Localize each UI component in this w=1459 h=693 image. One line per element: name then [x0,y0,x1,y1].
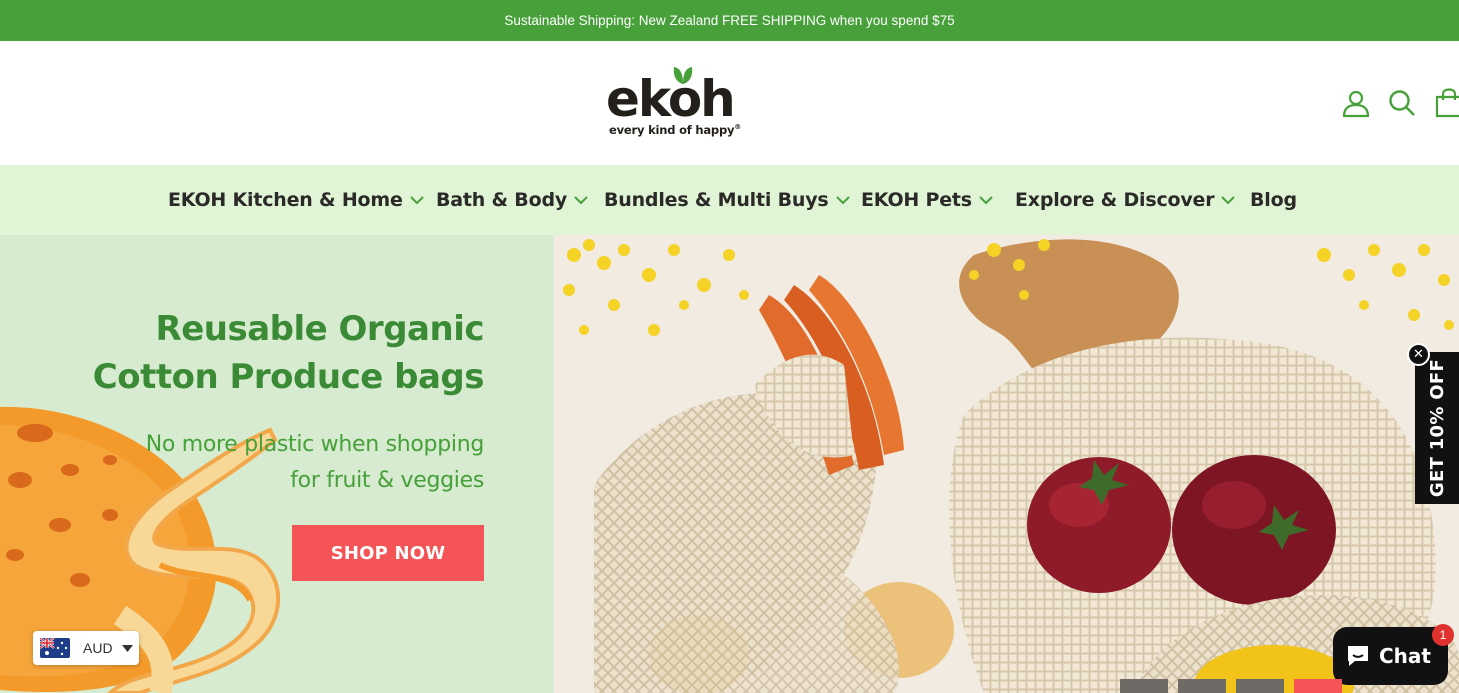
slider-dot[interactable] [1178,679,1226,693]
australia-flag-icon [40,638,70,658]
nav-item-pets[interactable]: EKOH Pets [861,189,993,211]
currency-code: AUD [83,640,113,656]
brand-wordmark: ekoh [606,70,736,128]
nav-item-bundles[interactable]: Bundles & Multi Buys [604,189,850,211]
slider-dot[interactable] [1120,679,1168,693]
slider-dot[interactable] [1236,679,1284,693]
brand-logo[interactable]: ekoh every kind of happy® [606,65,751,145]
search-icon[interactable] [1387,88,1417,118]
discount-side-tab[interactable]: GET 10% OFF [1415,352,1459,504]
chat-button[interactable]: Chat [1333,627,1448,685]
chat-notification-badge: 1 [1432,624,1454,646]
produce-bags-photo [554,235,1459,693]
hero-text-panel: Reusable Organic Cotton Produce bags No … [0,235,554,693]
nav-item-blog[interactable]: Blog [1250,189,1297,211]
chevron-down-icon [409,195,424,204]
account-icon[interactable] [1341,88,1371,118]
hero-subtitle: No more plastic when shopping for fruit … [145,432,485,493]
shop-now-button[interactable]: SHOP NOW [292,525,484,581]
chevron-down-icon [835,195,850,204]
close-icon[interactable]: ✕ [1407,343,1430,366]
nav-item-kitchen-home[interactable]: EKOH Kitchen & Home [168,189,424,211]
nav-item-explore[interactable]: Explore & Discover [1015,189,1236,211]
announcement-bar: Sustainable Shipping: New Zealand FREE S… [0,0,1459,41]
chevron-down-icon [1221,195,1236,204]
slider-dot-active[interactable] [1294,679,1342,693]
discount-side-tab-label: GET 10% OFF [1426,358,1448,498]
brand-tagline: every kind of happy® [609,123,742,137]
chevron-down-icon [574,195,588,204]
currency-selector[interactable]: AUD [33,631,139,665]
site-header: ekoh every kind of happy® [0,41,1459,165]
cart-icon[interactable] [1434,88,1459,118]
chat-label: Chat [1379,644,1431,668]
caret-down-icon [121,644,133,652]
chat-bubble-icon [1348,646,1368,666]
hero-image-produce-bags [554,235,1459,693]
main-navigation: EKOH Kitchen & Home Bath & Body Bundles … [0,165,1459,235]
announcement-text: Sustainable Shipping: New Zealand FREE S… [504,13,955,28]
hero-title: Reusable Organic Cotton Produce bags [92,309,485,397]
nav-item-bath-body[interactable]: Bath & Body [436,189,588,211]
chevron-down-icon [979,195,993,204]
